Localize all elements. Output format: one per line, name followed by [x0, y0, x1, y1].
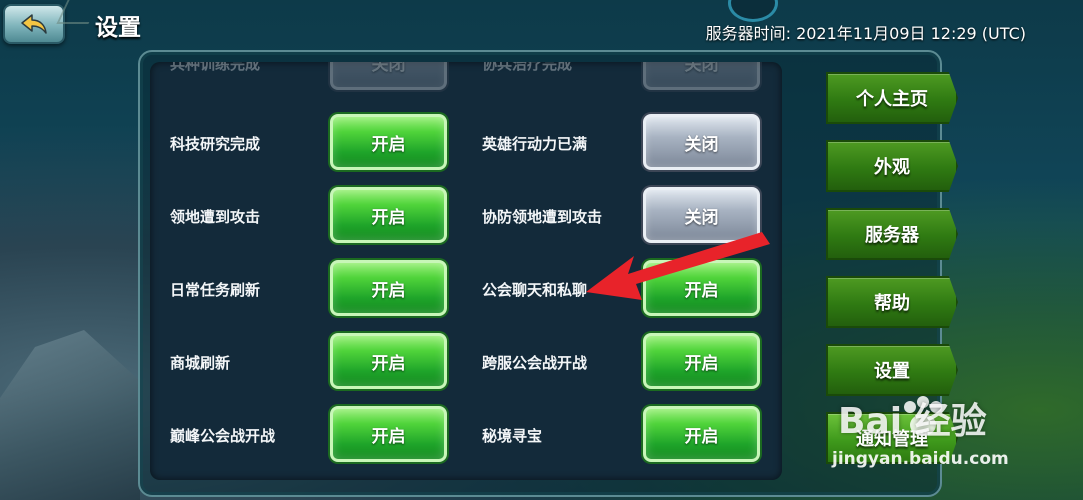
toggle-button[interactable]: 开启 [330, 260, 447, 316]
title-decoration [56, 0, 100, 24]
top-bar: 设置 服务器时间: 2021年11月09日 12:29 (UTC) [0, 0, 1083, 48]
setting-label: 秘境寻宝 [482, 427, 543, 445]
toggle-button[interactable]: 开启 [643, 406, 760, 462]
toggle-button[interactable]: 关闭 [643, 62, 760, 90]
toggle-button[interactable]: 开启 [330, 333, 447, 389]
nav-appearance-button[interactable]: 外观 [826, 140, 958, 192]
back-button[interactable] [3, 4, 65, 44]
nav-help-button[interactable]: 帮助 [826, 276, 958, 328]
settings-row: 科技研究完成 开启 英雄行动力已满 关闭 [150, 114, 782, 174]
settings-row: 巅峰公会战开战 开启 秘境寻宝 开启 [150, 406, 782, 466]
toggle-button[interactable]: 开启 [643, 333, 760, 389]
setting-label: 兵种训练完成 [170, 62, 261, 73]
setting-label: 公会聊天和私聊 [482, 281, 588, 299]
top-ornament [728, 0, 778, 22]
toggle-button[interactable]: 开启 [330, 187, 447, 243]
toggle-button[interactable]: 开启 [643, 260, 760, 316]
setting-label: 协防领地遭到攻击 [482, 208, 603, 226]
toggle-button[interactable]: 开启 [330, 114, 447, 170]
watermark-url: jingyan.baidu.com [832, 449, 1009, 469]
nav-profile-button[interactable]: 个人主页 [826, 72, 958, 124]
setting-label: 跨服公会战开战 [482, 354, 588, 372]
setting-label: 英雄行动力已满 [482, 135, 588, 153]
nav-server-button[interactable]: 服务器 [826, 208, 958, 260]
settings-row: 兵种训练完成 关闭 协兵治疗完成 关闭 [150, 62, 782, 94]
watermark-logo: Bai 经验 [838, 401, 987, 442]
settings-row: 领地遭到攻击 开启 协防领地遭到攻击 关闭 [150, 187, 782, 247]
setting-label: 巅峰公会战开战 [170, 427, 276, 445]
setting-label: 领地遭到攻击 [170, 208, 261, 226]
page-title: 设置 [95, 15, 141, 41]
setting-label: 日常任务刷新 [170, 281, 261, 299]
notification-settings-list[interactable]: 兵种训练完成 关闭 协兵治疗完成 关闭 科技研究完成 开启 英雄行动力已满 关闭… [150, 62, 782, 480]
setting-label: 协兵治疗完成 [482, 62, 573, 73]
setting-label: 商城刷新 [170, 354, 231, 372]
toggle-button[interactable]: 关闭 [643, 187, 760, 243]
nav-settings-button[interactable]: 设置 [826, 344, 958, 396]
toggle-button[interactable]: 开启 [330, 406, 447, 462]
toggle-button[interactable]: 关闭 [643, 114, 760, 170]
settings-row: 商城刷新 开启 跨服公会战开战 开启 [150, 333, 782, 393]
server-time: 服务器时间: 2021年11月09日 12:29 (UTC) [705, 24, 1026, 43]
back-arrow-icon [21, 14, 47, 34]
background-rock [0, 330, 140, 500]
settings-row: 日常任务刷新 开启 公会聊天和私聊 开启 [150, 260, 782, 320]
toggle-button[interactable]: 关闭 [330, 62, 447, 90]
setting-label: 科技研究完成 [170, 135, 261, 153]
